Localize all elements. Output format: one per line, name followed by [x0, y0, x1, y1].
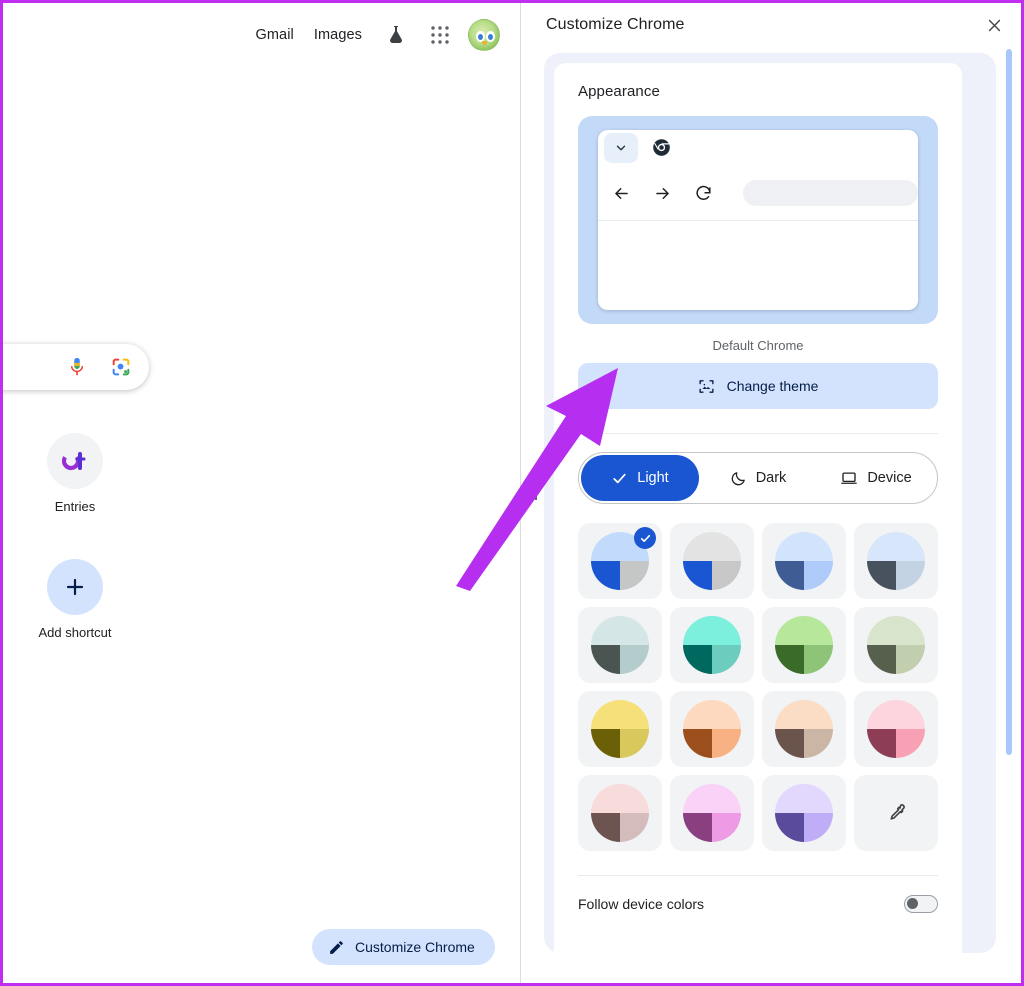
- preview-browser-window: [598, 130, 918, 310]
- color-swatch-aqua[interactable]: [670, 607, 754, 683]
- arrow-forward-icon: [653, 184, 672, 203]
- panel-header: Customize Chrome: [522, 3, 1021, 47]
- panel-scrollbar-thumb[interactable]: [1006, 49, 1012, 755]
- swatch-pie: [591, 784, 649, 842]
- mode-label: Light: [637, 470, 669, 486]
- color-swatch-grey-blue[interactable]: [670, 523, 754, 599]
- swatch-pie: [591, 616, 649, 674]
- swatch-pie: [775, 700, 833, 758]
- swatch-pie: [867, 700, 925, 758]
- color-swatch-grid: [578, 523, 938, 851]
- color-swatch-sage[interactable]: [854, 607, 938, 683]
- panel-resize-handle[interactable]: [527, 480, 539, 502]
- chrome-logo-icon: [652, 138, 671, 162]
- swatch-pie: [683, 532, 741, 590]
- eyedropper-icon: [885, 802, 907, 824]
- color-swatch-light-green[interactable]: [762, 607, 846, 683]
- check-icon: [611, 470, 628, 487]
- appearance-heading: Appearance: [578, 83, 660, 100]
- change-theme-label: Change theme: [726, 378, 819, 394]
- shortcut-add[interactable]: Add shortcut: [29, 558, 121, 641]
- ntp-header: Gmail Images: [245, 15, 500, 55]
- color-swatch-slate-blue[interactable]: [762, 523, 846, 599]
- mode-label: Device: [867, 470, 912, 486]
- screenshot-root: Gmail Images Entries Add shortcut Custom…: [0, 0, 1024, 986]
- flask-icon[interactable]: [376, 15, 416, 55]
- swatch-pie: [683, 616, 741, 674]
- preview-page-body: [598, 221, 918, 309]
- images-link[interactable]: Images: [304, 22, 372, 49]
- account-avatar[interactable]: [468, 19, 500, 51]
- mode-button-dark[interactable]: Dark: [699, 455, 817, 501]
- preview-toolbar: [598, 166, 918, 220]
- google-lens-icon[interactable]: [109, 355, 133, 379]
- change-theme-button[interactable]: Change theme: [578, 363, 938, 409]
- swatch-pie: [775, 616, 833, 674]
- color-swatch-magenta[interactable]: [670, 775, 754, 851]
- swatch-pie: [683, 784, 741, 842]
- image-frame-icon: [698, 378, 715, 395]
- customize-chrome-button[interactable]: Customize Chrome: [312, 929, 495, 965]
- follow-device-colors-toggle[interactable]: [904, 895, 938, 913]
- preview-tabstrip: [598, 130, 918, 166]
- color-swatch-peach[interactable]: [670, 691, 754, 767]
- panel-scrollbar[interactable]: [1006, 49, 1014, 949]
- swatch-pie: [683, 700, 741, 758]
- swatch-pie: [775, 784, 833, 842]
- preview-omnibox: [743, 180, 918, 206]
- color-swatch-default-blue[interactable]: [578, 523, 662, 599]
- chevron-down-icon: [604, 133, 638, 163]
- gmail-link[interactable]: Gmail: [245, 22, 303, 49]
- follow-device-colors-label: Follow device colors: [578, 896, 705, 912]
- color-swatch-rose[interactable]: [854, 691, 938, 767]
- mode-label: Dark: [755, 470, 787, 486]
- pencil-icon: [328, 939, 345, 956]
- laptop-icon: [840, 469, 858, 487]
- customize-chrome-panel: Customize Chrome Appearance Default Chro…: [522, 3, 1021, 983]
- panel-title: Customize Chrome: [546, 16, 685, 33]
- mode-button-device[interactable]: Device: [817, 455, 935, 501]
- ot-favicon: [47, 433, 103, 489]
- new-tab-page: Gmail Images Entries Add shortcut Custom…: [3, 3, 521, 983]
- theme-preview: [578, 116, 938, 324]
- color-swatch-lavender[interactable]: [762, 775, 846, 851]
- shortcut-list: Entries Add shortcut: [29, 433, 121, 684]
- plus-icon: [47, 558, 103, 615]
- color-swatch-yellow[interactable]: [578, 691, 662, 767]
- mode-button-light[interactable]: Light: [581, 455, 699, 501]
- swatch-pie: [867, 616, 925, 674]
- divider: [578, 433, 938, 434]
- color-swatch-dusty-pink[interactable]: [578, 775, 662, 851]
- color-swatch-steel-blue[interactable]: [854, 523, 938, 599]
- swatch-pie: [867, 532, 925, 590]
- customize-chrome-label: Customize Chrome: [355, 939, 475, 955]
- search-box[interactable]: [3, 344, 149, 390]
- appearance-card-backdrop: Appearance Default Chrome Change theme L…: [544, 53, 996, 957]
- preview-caption: Default Chrome: [712, 338, 804, 353]
- arrow-back-icon: [612, 184, 631, 203]
- shortcut-entries[interactable]: Entries: [29, 433, 121, 515]
- color-swatch-custom-color[interactable]: [854, 775, 938, 851]
- swatch-pie: [775, 532, 833, 590]
- panel-scroll-area: Appearance Default Chrome Change theme L…: [522, 47, 1021, 957]
- swatch-selected-check-icon: [634, 527, 656, 549]
- apps-grid-icon[interactable]: [420, 15, 460, 55]
- shortcut-label: Add shortcut: [38, 624, 112, 640]
- shortcut-label: Entries: [54, 499, 96, 514]
- follow-device-colors-row: Follow device colors: [578, 876, 938, 932]
- color-swatch-pale-cyan[interactable]: [578, 607, 662, 683]
- color-swatch-tan[interactable]: [762, 691, 846, 767]
- close-icon[interactable]: [978, 9, 1010, 41]
- appearance-card: Appearance Default Chrome Change theme L…: [554, 63, 962, 957]
- swatch-pie: [591, 700, 649, 758]
- reload-icon: [694, 184, 713, 203]
- microphone-icon[interactable]: [65, 355, 89, 379]
- color-mode-selector: Light Dark Device: [578, 452, 938, 504]
- moon-icon: [730, 470, 747, 487]
